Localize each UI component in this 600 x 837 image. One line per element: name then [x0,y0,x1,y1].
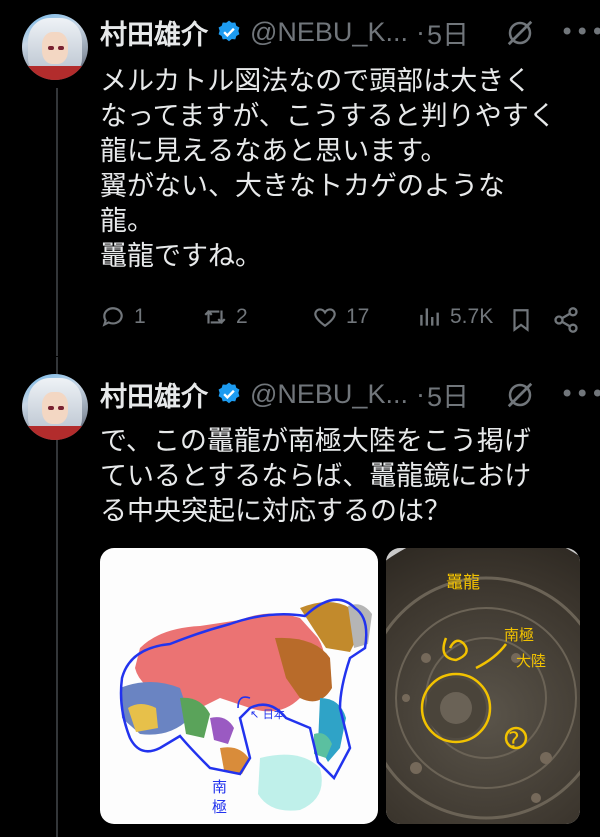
media-image-bronze-mirror[interactable]: 鼉龍 南極 大陸 ? [386,548,580,824]
reply-button[interactable]: 1 [100,304,146,330]
media-image-world-map[interactable]: ↖ 日本 南 極 [100,548,378,824]
handle[interactable]: @NEBU_K... [250,379,408,410]
timestamp[interactable]: 5日 [427,375,469,414]
antarctica-label: 南 [212,778,227,796]
grok-icon[interactable] [505,380,535,410]
reply-count: 1 [134,305,146,328]
timestamp[interactable]: 5日 [427,13,469,52]
grok-icon[interactable] [505,18,535,48]
share-icon[interactable] [552,306,580,334]
tweet-text: で、この鼉龍が南極大陸をこう掲げ ているとするならば、鼉龍鏡におけ る中央突起に… [100,426,532,527]
divider [0,356,600,357]
handle[interactable]: @NEBU_K... [250,17,408,48]
verified-badge-icon [218,20,240,42]
retweet-button[interactable]: 2 [202,304,248,330]
world-map-illustration: ↖ 日本 南 極 [119,598,372,816]
views-count: 5.7K [450,305,494,328]
verified-badge-icon [218,382,240,404]
like-count: 17 [346,305,370,328]
display-name[interactable]: 村田雄介 [100,13,208,52]
tweet-header: 村田雄介 @NEBU_K... · 5日 [100,14,469,50]
mirror-label-question: ? [508,729,520,754]
views-icon [420,308,439,326]
svg-text:極: 極 [212,798,227,816]
bronze-mirror-illustration: 鼉龍 南極 大陸 ? [386,548,580,824]
separator-dot: · [415,16,425,47]
like-button[interactable]: 17 [312,304,369,330]
separator-dot: · [415,378,425,409]
reply-icon [102,307,123,327]
retweet-icon [204,310,226,324]
mirror-label-dragon: 鼉龍 [446,573,480,593]
views-button[interactable]: 5.7K [416,304,493,330]
avatar[interactable] [22,14,88,80]
like-icon [314,308,336,327]
tweet-text: メルカトル図法なので頭部は大きく なってますが、こうすると判りやすく 龍に見える… [100,66,556,272]
avatar[interactable] [22,374,88,440]
more-icon[interactable]: ••• [560,380,600,408]
tweet-header: 村田雄介 @NEBU_K... · 5日 [100,376,469,412]
action-bar: 1 2 17 5.7K [100,304,580,336]
thread-line [56,88,58,837]
display-name[interactable]: 村田雄介 [100,375,208,414]
japan-label: ↖ 日本 [250,707,285,721]
mirror-label-antarctica: 南極 [504,626,534,644]
more-icon[interactable]: ••• [560,18,600,46]
bookmark-icon[interactable] [508,306,534,334]
svg-text:大陸: 大陸 [516,652,546,670]
retweet-count: 2 [236,305,248,328]
